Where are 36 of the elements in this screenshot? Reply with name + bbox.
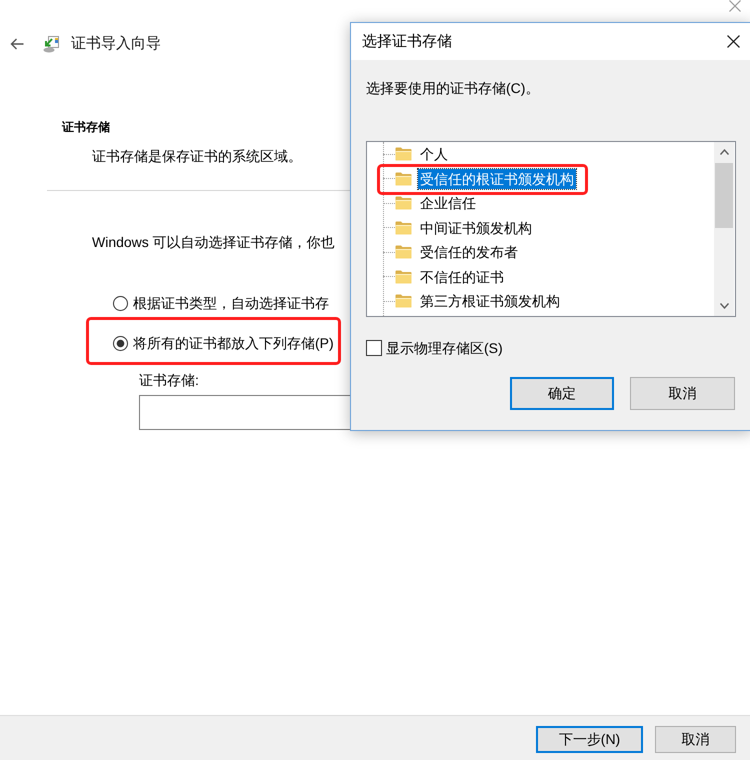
radio-option[interactable]: 根据证书类型，自动选择证书存 (113, 293, 329, 313)
folder-icon (395, 245, 412, 260)
chevron-up-icon[interactable] (720, 149, 728, 155)
scrollbar[interactable] (714, 142, 734, 316)
tree-item[interactable]: 第三方根证书颁发机构 (418, 291, 562, 312)
tree-item[interactable]: 受信任的根证书颁发机构 (418, 168, 576, 189)
document-arrow-icon (43, 36, 60, 52)
chevron-down-icon[interactable] (720, 303, 728, 309)
store-input-field[interactable] (139, 395, 353, 430)
intro-text: Windows 可以自动选择证书存储，你也 (92, 233, 335, 252)
tree-item[interactable]: 受信任的发布者 (418, 242, 520, 262)
back-arrow-icon[interactable] (10, 38, 24, 50)
scrollbar-thumb[interactable] (715, 163, 733, 228)
tree-item[interactable]: 不信任的证书 (418, 266, 506, 287)
wizard-title: 证书导入向导 (71, 34, 161, 54)
dialog-prompt: 选择要使用的证书存储(C)。 (366, 79, 540, 98)
folder-icon (395, 147, 412, 162)
folder-icon (395, 270, 412, 284)
tree-item[interactable]: 个人 (418, 144, 450, 164)
section-description: 证书存储是保存证书的系统区域。 (92, 147, 302, 166)
section-title: 证书存储 (62, 120, 110, 134)
folder-icon (395, 220, 412, 235)
dialog-title: 选择证书存储 (362, 32, 452, 52)
tree-item[interactable]: 企业信任 (418, 193, 478, 214)
folder-icon (395, 196, 412, 210)
folder-icon (395, 172, 412, 186)
dialog-button[interactable]: 下一步(N) (536, 726, 643, 753)
dialog-button[interactable]: 取消 (655, 726, 736, 753)
show-physical-checkbox[interactable]: 显示物理存储区(S) (366, 339, 503, 356)
folder-icon (395, 294, 412, 308)
close-icon[interactable] (727, 35, 740, 48)
dialog-button[interactable]: 确定 (510, 377, 614, 410)
tree-item[interactable]: 中间证书颁发机构 (418, 218, 534, 238)
radio-option[interactable]: 将所有的证书都放入下列存储(P) (113, 333, 334, 353)
dialog-button[interactable]: 取消 (630, 377, 735, 410)
field-label: 证书存储: (139, 371, 199, 390)
